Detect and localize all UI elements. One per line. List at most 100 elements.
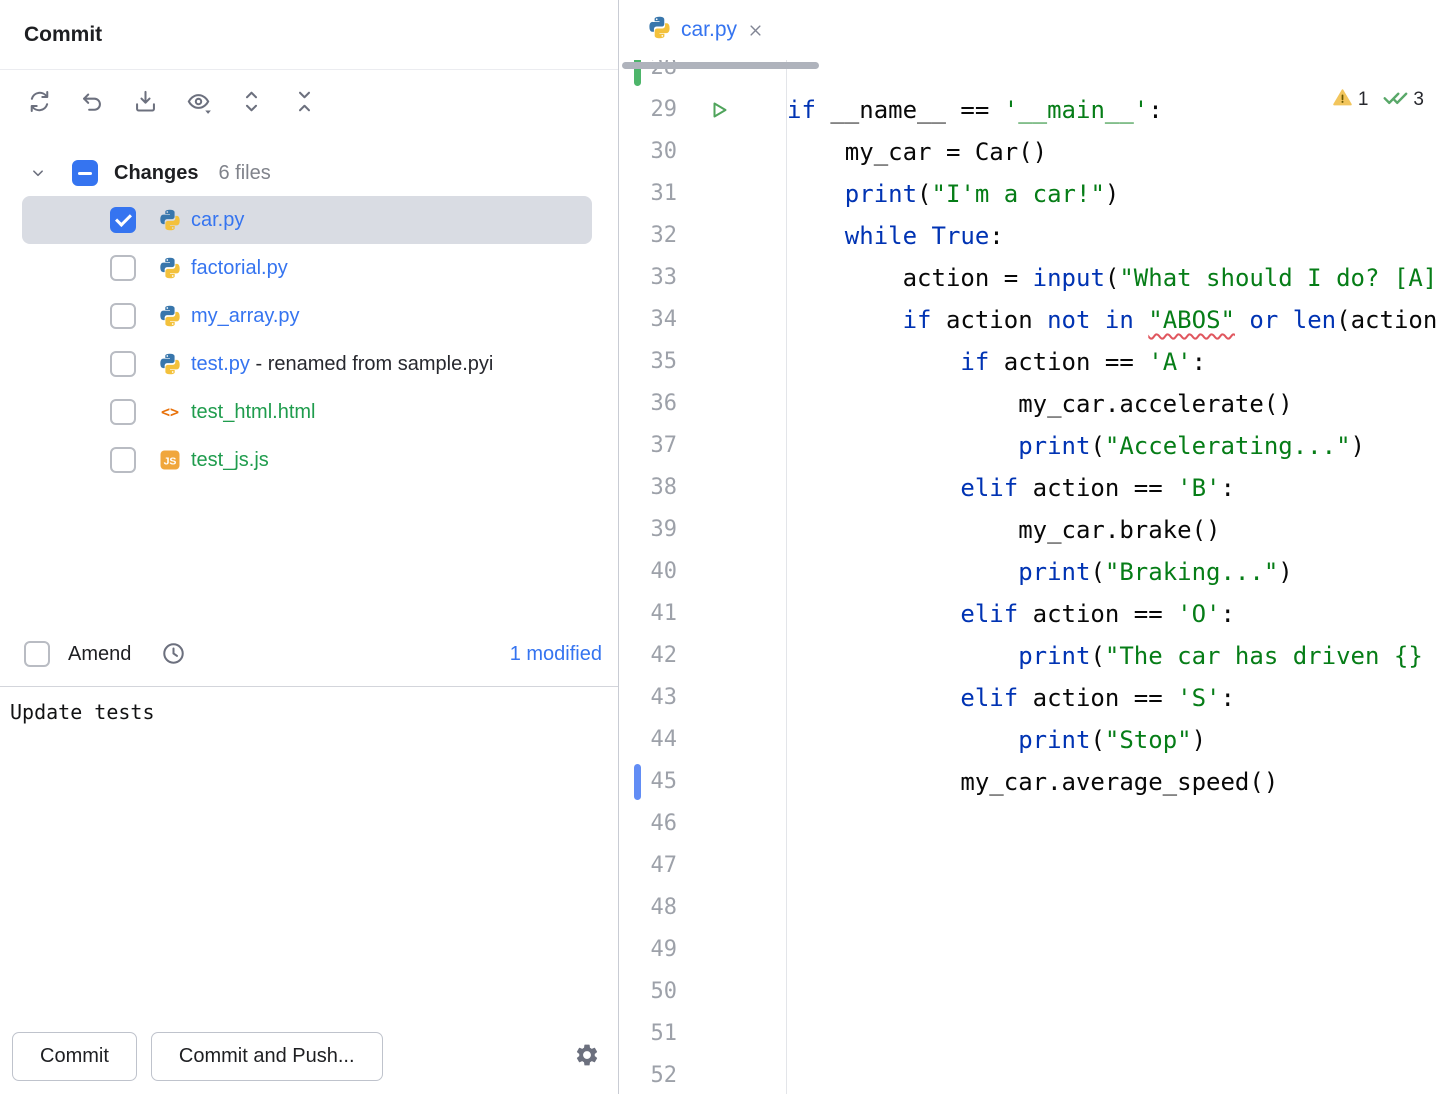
code-line-49[interactable]: 49: [619, 929, 1436, 971]
code-line-32[interactable]: 32 while True:: [619, 215, 1436, 257]
horizontal-scrollbar-thumb[interactable]: [622, 62, 819, 69]
gutter[interactable]: 29: [619, 89, 787, 131]
settings-gear-icon[interactable]: [572, 1042, 602, 1072]
code-line-31[interactable]: 31 print("I'm a car!"): [619, 173, 1436, 215]
gutter[interactable]: 45: [619, 761, 787, 803]
run-icon[interactable]: [707, 98, 731, 122]
line-number[interactable]: 49: [619, 929, 677, 971]
file-checkbox[interactable]: [110, 399, 136, 425]
gutter[interactable]: 43: [619, 677, 787, 719]
file-checkbox[interactable]: [110, 255, 136, 281]
line-number[interactable]: 45: [619, 761, 677, 803]
line-number[interactable]: 50: [619, 971, 677, 1013]
file-row[interactable]: factorial.py: [22, 244, 592, 292]
file-checkbox[interactable]: [110, 351, 136, 377]
commit-button[interactable]: Commit: [12, 1032, 137, 1081]
code-line-29[interactable]: 29if __name__ == '__main__':: [619, 89, 1436, 131]
code-line-51[interactable]: 51: [619, 1013, 1436, 1055]
line-number[interactable]: 31: [619, 173, 677, 215]
line-number[interactable]: 36: [619, 383, 677, 425]
tab-close-icon[interactable]: [746, 21, 765, 40]
gutter[interactable]: 44: [619, 719, 787, 761]
editor-tab-car-py[interactable]: car.py: [631, 0, 777, 60]
line-number[interactable]: 43: [619, 677, 677, 719]
chevron-down-icon[interactable]: [28, 163, 48, 183]
gutter[interactable]: 34: [619, 299, 787, 341]
line-number[interactable]: 38: [619, 467, 677, 509]
file-row[interactable]: test_js.js: [22, 436, 592, 484]
file-row[interactable]: test.py - renamed from sample.pyi: [22, 340, 592, 388]
file-checkbox[interactable]: [110, 447, 136, 473]
code-line-40[interactable]: 40 print("Braking..."): [619, 551, 1436, 593]
passed-badge[interactable]: 3: [1382, 84, 1424, 116]
gutter[interactable]: 48: [619, 887, 787, 929]
gutter[interactable]: 46: [619, 803, 787, 845]
code-line-30[interactable]: 30 my_car = Car(): [619, 131, 1436, 173]
code-line-39[interactable]: 39 my_car.brake(): [619, 509, 1436, 551]
warnings-badge[interactable]: 1: [1332, 87, 1369, 114]
code-line-36[interactable]: 36 my_car.accelerate(): [619, 383, 1436, 425]
commit-message-input[interactable]: Update tests: [0, 686, 618, 1032]
gutter[interactable]: 33: [619, 257, 787, 299]
code-line-43[interactable]: 43 elif action == 'S':: [619, 677, 1436, 719]
code-line-38[interactable]: 38 elif action == 'B':: [619, 467, 1436, 509]
line-number[interactable]: 44: [619, 719, 677, 761]
gutter[interactable]: 41: [619, 593, 787, 635]
code-line-45[interactable]: 45 my_car.average_speed(): [619, 761, 1436, 803]
line-number[interactable]: 48: [619, 887, 677, 929]
modified-files-link[interactable]: 1 modified: [510, 643, 602, 666]
file-checkbox[interactable]: [110, 207, 136, 233]
gutter[interactable]: 38: [619, 467, 787, 509]
gutter[interactable]: 32: [619, 215, 787, 257]
line-number[interactable]: 39: [619, 509, 677, 551]
gutter[interactable]: 40: [619, 551, 787, 593]
line-number[interactable]: 34: [619, 299, 677, 341]
gutter[interactable]: 36: [619, 383, 787, 425]
preview-diff-icon[interactable]: [183, 86, 213, 116]
file-row[interactable]: test_html.html: [22, 388, 592, 436]
changes-group-checkbox[interactable]: [72, 160, 98, 186]
gutter[interactable]: 37: [619, 425, 787, 467]
gutter[interactable]: 35: [619, 341, 787, 383]
code-line-50[interactable]: 50: [619, 971, 1436, 1013]
line-number[interactable]: 40: [619, 551, 677, 593]
line-number[interactable]: 29: [619, 89, 677, 131]
code-line-52[interactable]: 52: [619, 1055, 1436, 1094]
line-number[interactable]: 32: [619, 215, 677, 257]
code-line-42[interactable]: 42 print("The car has driven {}: [619, 635, 1436, 677]
gutter[interactable]: 30: [619, 131, 787, 173]
code-line-37[interactable]: 37 print("Accelerating..."): [619, 425, 1436, 467]
line-number[interactable]: 42: [619, 635, 677, 677]
gutter[interactable]: 39: [619, 509, 787, 551]
gutter[interactable]: 31: [619, 173, 787, 215]
code-line-44[interactable]: 44 print("Stop"): [619, 719, 1436, 761]
refresh-icon[interactable]: [24, 86, 54, 116]
commit-and-push-button[interactable]: Commit and Push...: [151, 1032, 383, 1081]
gutter[interactable]: 52: [619, 1055, 787, 1094]
shelve-icon[interactable]: [130, 86, 160, 116]
line-number[interactable]: 46: [619, 803, 677, 845]
code-line-34[interactable]: 34 if action not in "ABOS" or len(action: [619, 299, 1436, 341]
amend-checkbox[interactable]: [24, 641, 50, 667]
file-checkbox[interactable]: [110, 303, 136, 329]
code-line-47[interactable]: 47: [619, 845, 1436, 887]
line-number[interactable]: 30: [619, 131, 677, 173]
line-number[interactable]: 37: [619, 425, 677, 467]
inspection-widget[interactable]: 1 3: [1332, 84, 1424, 116]
changes-group-row[interactable]: Changes 6 files: [0, 150, 618, 196]
collapse-all-icon[interactable]: [289, 86, 319, 116]
gutter[interactable]: 50: [619, 971, 787, 1013]
gutter[interactable]: 42: [619, 635, 787, 677]
line-number[interactable]: 35: [619, 341, 677, 383]
line-number[interactable]: 47: [619, 845, 677, 887]
line-number[interactable]: 41: [619, 593, 677, 635]
code-line-48[interactable]: 48: [619, 887, 1436, 929]
code-line-35[interactable]: 35 if action == 'A':: [619, 341, 1436, 383]
code-line-46[interactable]: 46: [619, 803, 1436, 845]
commit-history-icon[interactable]: [159, 640, 187, 668]
line-number[interactable]: 52: [619, 1055, 677, 1094]
gutter[interactable]: 47: [619, 845, 787, 887]
file-row[interactable]: car.py: [22, 196, 592, 244]
rollback-icon[interactable]: [77, 86, 107, 116]
line-number[interactable]: 33: [619, 257, 677, 299]
